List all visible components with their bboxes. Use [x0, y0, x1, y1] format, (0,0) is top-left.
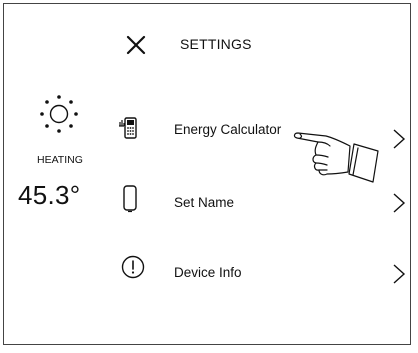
sun-icon	[37, 92, 81, 136]
chevron-right-icon	[392, 263, 406, 285]
mode-label: HEATING	[37, 154, 83, 166]
temperature-value: 45.3°	[18, 180, 81, 210]
chevron-right-icon	[392, 192, 406, 214]
chevron-right-icon	[392, 128, 406, 150]
page-title: SETTINGS	[180, 36, 252, 52]
info-icon	[120, 254, 146, 280]
menu-item-label: Set Name	[174, 195, 235, 210]
pointing-hand-icon	[286, 124, 382, 188]
menu-item-device-info[interactable]: Device Info	[116, 254, 412, 298]
device-icon	[122, 184, 138, 214]
settings-screen: SETTINGS HEATING 45.3° Energy Calculator…	[3, 3, 411, 345]
menu-item-set-name[interactable]: Set Name	[116, 184, 412, 228]
energy-meter-icon	[118, 116, 138, 140]
menu-item-label: Device Info	[174, 265, 242, 280]
close-icon[interactable]	[122, 31, 150, 59]
menu-item-label: Energy Calculator	[174, 122, 282, 137]
